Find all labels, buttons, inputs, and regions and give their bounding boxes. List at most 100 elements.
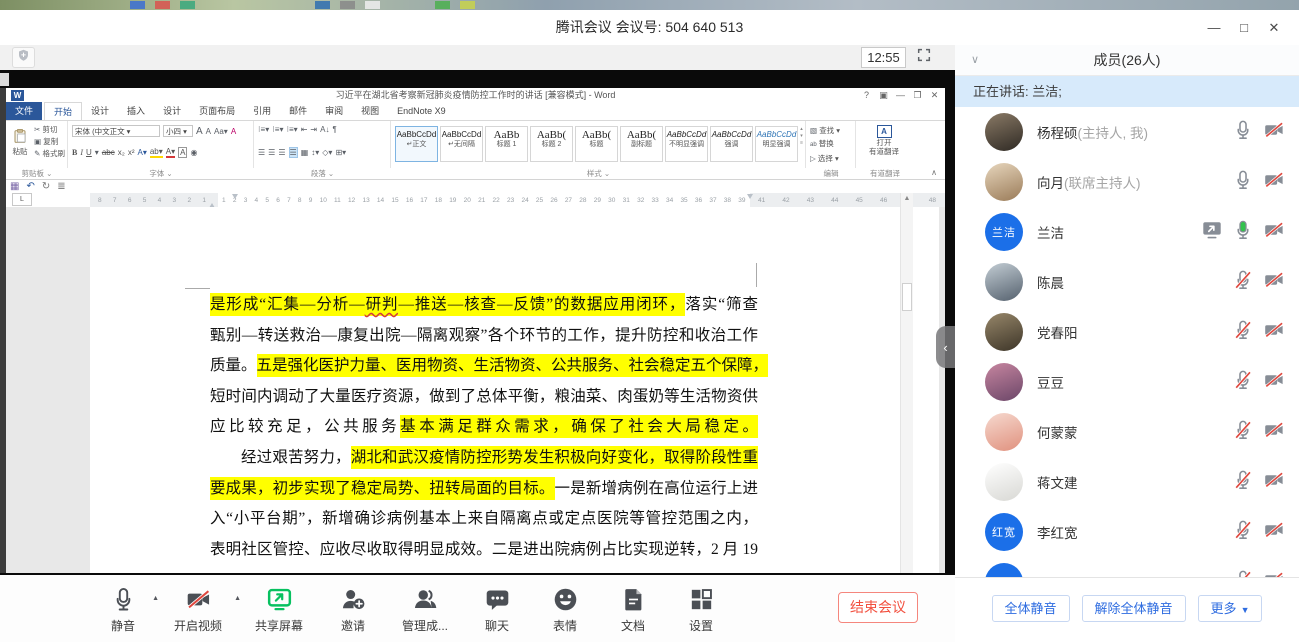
member-row[interactable]: 陈晨 [955, 257, 1299, 307]
member-row[interactable]: 红宽李红宽 [955, 507, 1299, 557]
style-item[interactable]: AaBb(副标题 [620, 126, 663, 162]
toolbar-document[interactable]: 文档 [602, 583, 664, 635]
text-effects-button[interactable]: A▾ [138, 148, 147, 157]
mic-icon[interactable] [1232, 519, 1254, 546]
show-marks-button[interactable]: ¶ [332, 125, 336, 134]
toolbar-camera-off[interactable]: ▲开启视频 [160, 583, 236, 635]
mic-icon[interactable] [1232, 219, 1254, 246]
ribbon-tab[interactable]: 引用 [244, 102, 280, 120]
right-indent-marker[interactable] [747, 194, 753, 202]
mic-icon[interactable] [1232, 369, 1254, 396]
scrollbar-thumb[interactable] [902, 283, 912, 311]
ribbon-tab[interactable]: 页面布局 [190, 102, 244, 120]
bullets-button[interactable]: ⁝≡▾ [258, 125, 269, 134]
first-line-indent-marker[interactable] [232, 194, 238, 202]
file-tab[interactable]: 文件 [6, 102, 42, 120]
word-ribbon-options-button[interactable]: ▣ [875, 88, 892, 103]
member-row[interactable]: 兰洁兰洁 [955, 207, 1299, 257]
style-item[interactable]: AaBbCcDd↵正文 [395, 126, 438, 162]
camera-off-icon[interactable] [1263, 169, 1285, 196]
camera-off-icon[interactable] [1263, 569, 1285, 578]
close-button[interactable]: ✕ [1259, 20, 1289, 36]
paste-button[interactable]: 粘贴 [9, 128, 31, 157]
grow-font-button[interactable]: A [196, 126, 203, 137]
multilevel-button[interactable]: ⁝≡▾ [286, 125, 297, 134]
char-border-button[interactable]: A [178, 147, 187, 158]
member-row[interactable]: 向月(联席主持人) [955, 157, 1299, 207]
camera-off-icon[interactable] [1263, 219, 1285, 246]
toolbar-mic[interactable]: ▲静音 [92, 583, 154, 635]
style-item[interactable]: AaBbCcDd↵无间隔 [440, 126, 483, 162]
style-item[interactable]: AaBb(标题 2 [530, 126, 573, 162]
styles-scroll[interactable]: ▴▾≡ [800, 126, 803, 147]
camera-off-icon[interactable] [1263, 469, 1285, 496]
member-row[interactable]: 蒋文建 [955, 457, 1299, 507]
unmute-all-button[interactable]: 解除全体静音 [1082, 595, 1186, 622]
subscript-button[interactable]: x₂ [118, 148, 125, 157]
ribbon-tab[interactable]: 审阅 [316, 102, 352, 120]
superscript-button[interactable]: x² [128, 148, 135, 157]
ribbon-tab[interactable]: EndNote X9 [388, 102, 455, 120]
more-button[interactable]: 更多▼ [1198, 595, 1263, 622]
replace-button[interactable]: ab 替换 [810, 139, 834, 148]
expand-arrow-icon[interactable]: ▲ [152, 595, 159, 602]
chevron-down-icon[interactable]: ∨ [971, 45, 979, 76]
mic-icon[interactable] [1232, 169, 1254, 196]
align-left-button[interactable]: ☰ [258, 148, 265, 157]
shading-button[interactable]: ◇▾ [322, 148, 332, 157]
scroll-up-icon[interactable]: ▲ [901, 193, 913, 205]
ribbon-tab[interactable]: 设计 [154, 102, 190, 120]
font-color-button[interactable]: A▾ [166, 147, 175, 158]
mic-icon[interactable] [1232, 469, 1254, 496]
sort-button[interactable]: A↓ [320, 125, 329, 134]
save-icon[interactable]: ▦ [10, 181, 19, 192]
word-close-button[interactable]: ✕ [926, 88, 943, 103]
toolbar-invite[interactable]: 邀请 [322, 583, 384, 635]
toolbar-members[interactable]: 管理成... [390, 583, 460, 635]
member-row[interactable]: 豆豆 [955, 357, 1299, 407]
maximize-button[interactable]: □ [1229, 20, 1259, 35]
increase-indent-button[interactable]: ⇥ [310, 125, 317, 134]
style-item[interactable]: AaBb标题 1 [485, 126, 528, 162]
panel-collapse-handle[interactable]: ‹ [936, 326, 955, 368]
ribbon-tab[interactable]: 邮件 [280, 102, 316, 120]
line-spacing-button[interactable]: ↕▾ [311, 148, 319, 157]
member-row[interactable]: 杨程硕(主持人, 我) [955, 107, 1299, 157]
expand-arrow-icon[interactable]: ▲ [234, 595, 241, 602]
tab-selector[interactable]: L [12, 193, 32, 206]
meeting-security-button[interactable] [12, 47, 35, 68]
mic-icon[interactable] [1232, 569, 1254, 578]
collapse-ribbon-button[interactable]: ∧ [931, 168, 937, 177]
italic-button[interactable]: I [80, 148, 83, 157]
camera-off-icon[interactable] [1263, 369, 1285, 396]
find-button[interactable]: ▧ 查找 ▾ [810, 126, 840, 135]
camera-off-icon[interactable] [1263, 419, 1285, 446]
cut-button[interactable]: ✂ 剪切 [34, 125, 57, 134]
format-painter-button[interactable]: ✎ 格式刷 [34, 149, 65, 158]
member-row[interactable] [955, 557, 1299, 577]
select-button[interactable]: ▷ 选择 ▾ [810, 154, 839, 163]
ribbon-tab[interactable]: 插入 [118, 102, 154, 120]
char-shading-button[interactable]: ◉ [190, 148, 197, 157]
end-meeting-button[interactable]: 结束会议 [838, 592, 918, 623]
mute-all-button[interactable]: 全体静音 [992, 595, 1070, 622]
copy-button[interactable]: ▣ 复制 [34, 137, 58, 146]
youdao-translate-button[interactable]: A 打开有道翻译 [861, 123, 907, 156]
ribbon-tab[interactable]: 设计 [82, 102, 118, 120]
distribute-button[interactable]: ▦ [301, 148, 309, 157]
toolbar-emoji[interactable]: 表情 [534, 583, 596, 635]
ribbon-tab[interactable]: 视图 [352, 102, 388, 120]
mic-icon[interactable] [1232, 319, 1254, 346]
align-right-button[interactable]: ☰ [278, 148, 285, 157]
style-item[interactable]: AaBbCcDd强调 [710, 126, 753, 162]
font-name-select[interactable]: 宋体 (中文正文 ▾ [72, 125, 160, 137]
highlight-color-button[interactable]: ab▾ [150, 147, 163, 158]
toolbar-settings[interactable]: 设置 [670, 583, 732, 635]
word-scrollbar[interactable]: ▲ [900, 193, 913, 573]
mic-icon[interactable] [1232, 419, 1254, 446]
style-item[interactable]: AaBb(标题 [575, 126, 618, 162]
underline-button[interactable]: U [86, 148, 92, 157]
toolbar-chat[interactable]: 聊天 [466, 583, 528, 635]
camera-off-icon[interactable] [1263, 319, 1285, 346]
camera-off-icon[interactable] [1263, 269, 1285, 296]
